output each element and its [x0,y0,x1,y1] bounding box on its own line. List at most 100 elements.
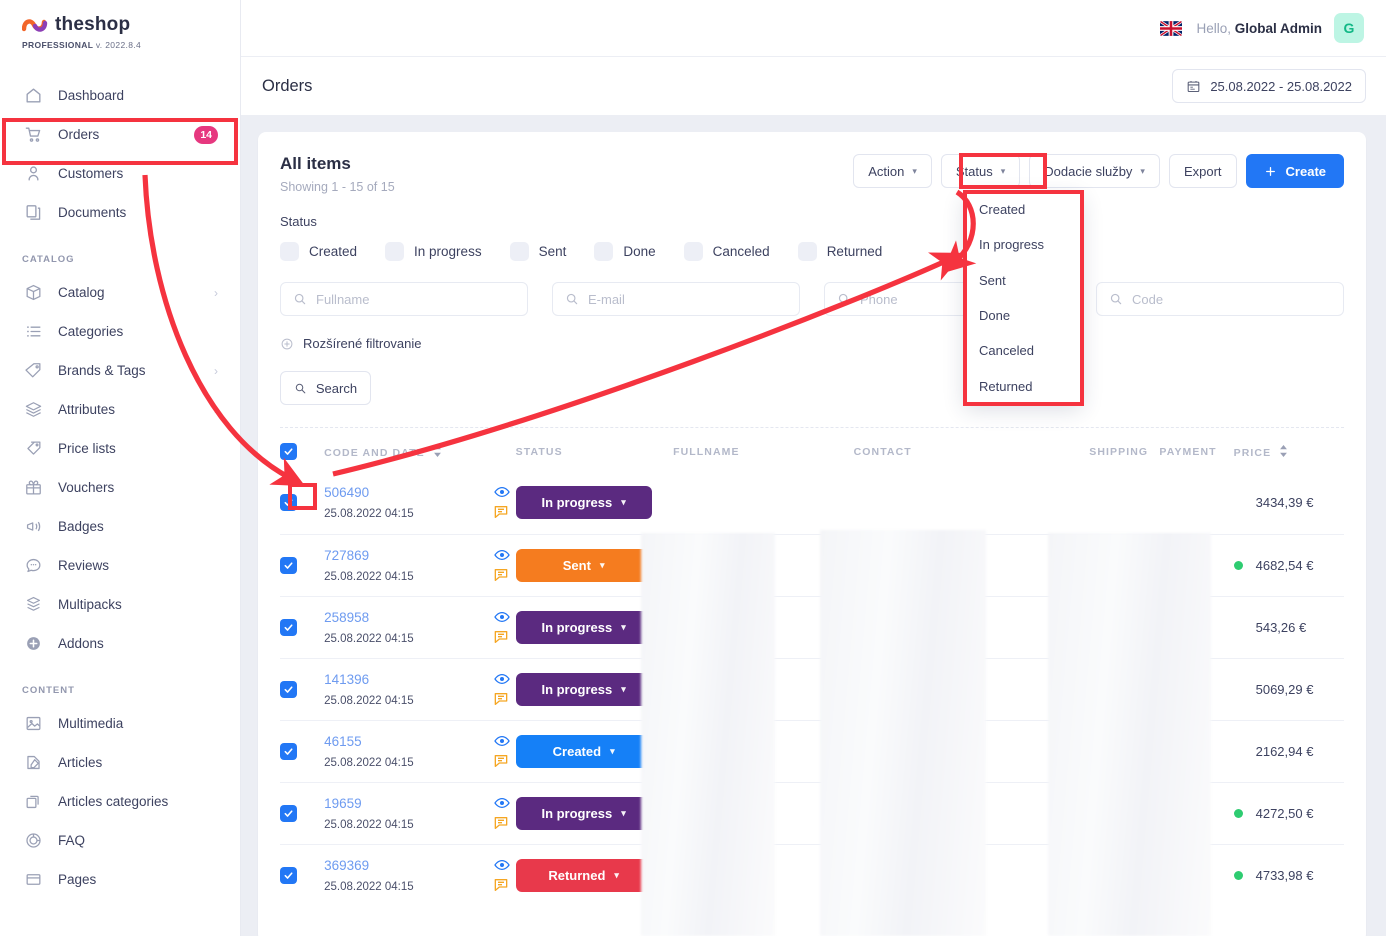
status-filter-created[interactable]: Created [280,242,357,261]
eye-icon[interactable] [494,486,510,498]
row-checkbox[interactable] [280,866,297,884]
note-icon[interactable] [494,630,510,644]
row-checkbox[interactable] [280,494,297,512]
sidebar-item-dashboard[interactable]: Dashboard [0,76,240,115]
select-all-checkbox[interactable] [280,443,297,460]
date-range-picker[interactable]: 25.08.2022 - 25.08.2022 [1172,69,1366,103]
status-option-created[interactable]: Created [964,192,1082,227]
order-code-link[interactable]: 141396 [324,672,488,687]
eye-icon[interactable] [494,797,510,809]
th-select-all [280,428,324,472]
row-checkbox[interactable] [280,742,297,760]
sidebar-item-price-lists[interactable]: Price lists [0,429,240,468]
sidebar-item-attributes[interactable]: Attributes › [0,390,240,429]
status-pill[interactable]: In progress ▾ [515,672,652,706]
checkbox-icon[interactable] [594,242,614,261]
checkbox-icon[interactable] [797,242,817,261]
status-option-returned[interactable]: Returned [964,368,1082,403]
status-option-canceled[interactable]: Canceled [964,333,1082,368]
row-checkbox[interactable] [280,680,297,698]
status-pill[interactable]: Sent ▾ [515,548,652,582]
status-pill[interactable]: Returned ▾ [515,858,652,892]
sidebar-item-badges[interactable]: Badges [0,507,240,546]
sidebar-item-label: Multimedia [58,716,124,731]
avatar[interactable]: G [1334,13,1364,43]
sidebar-item-label: Dashboard [58,88,125,103]
checkbox-icon[interactable] [509,242,529,261]
sidebar-item-orders[interactable]: Orders 14 [0,115,240,154]
search-icon [565,292,579,306]
note-icon[interactable] [494,816,510,830]
order-date: 25.08.2022 04:15 [324,632,414,645]
status-filter-returned[interactable]: Returned [797,242,882,261]
order-code-link[interactable]: 369369 [324,858,488,873]
checkbox-icon[interactable] [280,242,299,261]
search-icon [837,292,851,306]
sidebar-item-reviews[interactable]: Reviews [0,546,240,585]
table-row[interactable]: 506490 25.08.2022 04:15 In progress ▾ 34… [280,472,1344,535]
sidebar-item-vouchers[interactable]: Vouchers [0,468,240,507]
status-filter-done[interactable]: Done [594,242,656,261]
eye-icon[interactable] [494,611,510,623]
row-checkbox[interactable] [280,556,297,574]
uk-flag-icon[interactable] [1160,20,1183,36]
sidebar-item-articles-categories[interactable]: Articles categories [0,782,240,821]
sidebar-item-documents[interactable]: Documents [0,193,240,232]
checkbox-icon[interactable] [385,242,405,261]
order-code-link[interactable]: 727869 [324,548,488,563]
sidebar-item-multipacks[interactable]: Multipacks [0,585,240,624]
advanced-filter-toggle[interactable]: Rozšírené filtrovanie [280,336,1344,351]
status-option-sent[interactable]: Sent [964,263,1082,298]
sidebar-item-faq[interactable]: FAQ [0,821,240,860]
status-dropdown-button[interactable]: Status ▾ [940,154,1021,188]
status-pill[interactable]: In progress ▾ [515,610,652,644]
sidebar-item-articles[interactable]: Articles [0,743,240,782]
status-option-in-progress[interactable]: In progress [964,227,1082,262]
sidebar-item-catalog[interactable]: Catalog › [0,273,240,312]
create-button[interactable]: Create [1245,154,1344,188]
eye-icon[interactable] [494,549,510,561]
note-icon[interactable] [494,568,510,582]
action-dropdown-button[interactable]: Action ▾ [853,154,932,188]
search-button[interactable]: Search [280,371,371,405]
sidebar-item-addons[interactable]: Addons [0,624,240,663]
th-price[interactable]: PRICE [1234,428,1344,472]
cell-code-date: 141396 25.08.2022 04:15 [324,658,489,721]
email-search-field[interactable] [552,282,800,316]
order-code-link[interactable]: 19659 [324,796,488,811]
status-pill[interactable]: Created ▾ [515,734,652,768]
note-icon[interactable] [494,692,510,706]
status-pill[interactable]: In progress ▾ [515,796,652,830]
chevron-down-icon: ▾ [610,745,615,756]
sidebar-item-brands-tags[interactable]: Brands & Tags › [0,351,240,390]
note-icon[interactable] [494,505,510,519]
order-code-link[interactable]: 46155 [324,734,488,749]
fullname-search-field[interactable] [280,282,528,316]
delivery-services-dropdown-button[interactable]: Dodacie služby ▾ [1029,154,1160,188]
note-icon[interactable] [494,878,510,892]
eye-icon[interactable] [494,673,510,685]
note-icon[interactable] [494,754,510,768]
cell-row-actions [488,534,516,597]
status-pill[interactable]: In progress ▾ [515,486,652,520]
sidebar-item-customers[interactable]: Customers [0,154,240,193]
status-option-done[interactable]: Done [964,298,1082,333]
row-checkbox[interactable] [280,618,297,636]
row-checkbox[interactable] [280,804,297,822]
checkbox-icon[interactable] [683,242,703,261]
code-search-field[interactable] [1096,282,1344,316]
sidebar-item-categories[interactable]: Categories [0,312,240,351]
paid-status-dot [1234,623,1243,632]
eye-icon[interactable] [494,735,510,747]
th-code-and-date[interactable]: CODE AND DATE [324,428,488,472]
sidebar-item-multimedia[interactable]: Multimedia [0,704,240,743]
status-filter-in-progress[interactable]: In progress [385,242,482,261]
card-toolbar: Action ▾ Status ▾ Dodacie služby ▾ Expor… [853,154,1344,188]
status-filter-canceled[interactable]: Canceled [683,242,770,261]
order-code-link[interactable]: 506490 [324,485,488,500]
export-button[interactable]: Export [1168,154,1237,188]
sidebar-item-pages[interactable]: Pages [0,860,240,899]
eye-icon[interactable] [494,859,510,871]
order-code-link[interactable]: 258958 [324,610,488,625]
status-filter-sent[interactable]: Sent [509,242,566,261]
